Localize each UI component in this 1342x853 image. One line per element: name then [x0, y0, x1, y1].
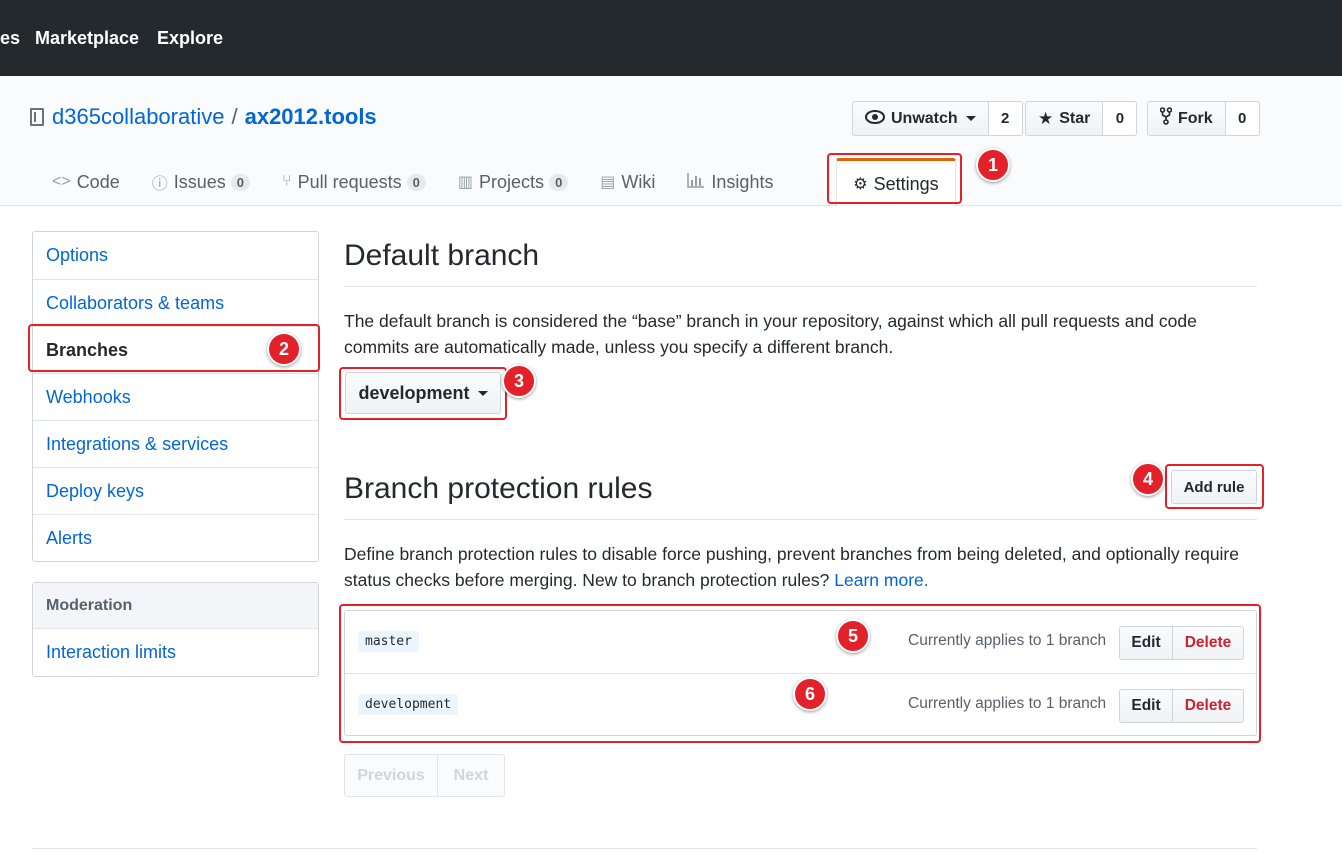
rule-actions: Edit Delete — [1119, 626, 1244, 660]
issue-icon: ⓘ — [151, 176, 168, 193]
eye-icon — [865, 109, 885, 129]
tab-settings-label: Settings — [873, 173, 939, 194]
global-header: es Marketplace Explore — [0, 0, 1342, 76]
delete-rule-button[interactable]: Delete — [1173, 626, 1244, 660]
footer-divider — [32, 848, 1257, 849]
moderation-menu: Moderation Interaction limits — [32, 582, 319, 677]
star-button[interactable]: ★ Star — [1025, 101, 1104, 136]
nav-item-truncated[interactable]: es — [0, 28, 20, 49]
watchers-count[interactable]: 2 — [988, 101, 1023, 136]
sidebar-item-options[interactable]: Options — [33, 232, 318, 279]
tab-projects-label: Projects — [479, 171, 545, 192]
tab-code[interactable]: <> Code — [36, 158, 136, 206]
rule-pattern: development — [358, 694, 459, 715]
tab-settings[interactable]: ⚙ Settings — [836, 158, 956, 207]
pull-request-icon: ⑂ — [282, 173, 292, 190]
tab-insights[interactable]: Insights — [671, 158, 789, 206]
nav-item-marketplace[interactable]: Marketplace — [35, 28, 139, 49]
tab-wiki[interactable]: ▤ Wiki — [584, 158, 671, 206]
moderation-heading: Moderation — [33, 583, 318, 629]
sidebar-item-webhooks[interactable]: Webhooks — [33, 373, 318, 420]
learn-more-link[interactable]: Learn more. — [834, 570, 928, 590]
watch-group: Unwatch 2 — [852, 101, 1023, 136]
branch-protection-text: Define branch protection rules to disabl… — [344, 544, 1239, 590]
gear-icon: ⚙ — [853, 176, 868, 193]
rule-pattern: master — [358, 631, 419, 652]
tab-insights-label: Insights — [711, 171, 774, 192]
default-branch-heading: Default branch — [344, 239, 540, 272]
fork-button[interactable]: Fork — [1147, 101, 1226, 136]
annotation-badge-6: 6 — [793, 677, 827, 711]
graph-icon — [687, 172, 705, 193]
add-rule-button[interactable]: Add rule — [1171, 470, 1257, 504]
book-icon: ▤ — [600, 174, 616, 191]
annotation-badge-4: 4 — [1131, 462, 1165, 496]
edit-rule-button[interactable]: Edit — [1119, 626, 1173, 660]
sidebar-item-integrations[interactable]: Integrations & services — [33, 420, 318, 467]
stars-count[interactable]: 0 — [1103, 101, 1138, 136]
pull-requests-counter: 0 — [406, 173, 426, 191]
tab-pull-requests-label: Pull requests — [297, 171, 402, 192]
sidebar-item-collaborators[interactable]: Collaborators & teams — [33, 279, 318, 326]
code-icon: <> — [52, 173, 71, 190]
rule-applies-text: Currently applies to 1 branch — [908, 695, 1107, 712]
branch-protection-description: Define branch protection rules to disabl… — [344, 541, 1244, 593]
divider — [344, 519, 1257, 520]
star-icon: ★ — [1038, 108, 1054, 128]
default-branch-select[interactable]: development — [345, 372, 501, 414]
tab-code-label: Code — [76, 171, 120, 192]
annotation-badge-5: 5 — [836, 619, 870, 653]
pagination: Previous Next — [344, 754, 505, 797]
sidebar-item-interaction-limits[interactable]: Interaction limits — [33, 629, 318, 676]
rule-applies-text: Currently applies to 1 branch — [908, 632, 1107, 649]
settings-menu: Options Collaborators & teams Branches W… — [32, 231, 319, 562]
nav-item-explore[interactable]: Explore — [157, 28, 223, 49]
protection-rules-list: master Currently applies to 1 branch Edi… — [344, 610, 1257, 736]
tab-pull-requests[interactable]: ⑂ Pull requests 0 — [266, 158, 442, 206]
previous-page-button[interactable]: Previous — [344, 754, 438, 797]
branch-protection-heading: Branch protection rules — [344, 472, 653, 505]
tab-projects[interactable]: ▥ Projects 0 — [442, 158, 584, 206]
annotation-badge-3: 3 — [502, 364, 536, 398]
divider — [344, 286, 1257, 287]
project-icon: ▥ — [457, 174, 474, 191]
fork-group: Fork 0 — [1147, 101, 1260, 136]
tab-issues-label: Issues — [173, 171, 226, 192]
repo-name-link[interactable]: ax2012.tools — [245, 104, 377, 130]
fork-label: Fork — [1178, 109, 1213, 127]
chevron-down-icon — [477, 390, 488, 396]
unwatch-label: Unwatch — [891, 109, 958, 127]
repo-icon — [30, 108, 44, 126]
next-page-button[interactable]: Next — [438, 754, 505, 797]
star-label: Star — [1059, 109, 1091, 127]
default-branch-description: The default branch is considered the “ba… — [344, 311, 1197, 357]
default-branch-value: development — [358, 382, 470, 403]
unwatch-button[interactable]: Unwatch — [852, 101, 989, 136]
projects-counter: 0 — [549, 173, 569, 191]
forks-count[interactable]: 0 — [1225, 101, 1260, 136]
issues-counter: 0 — [230, 173, 250, 191]
annotation-badge-2: 2 — [267, 332, 301, 366]
repo-title: d365collaborative / ax2012.tools — [30, 104, 377, 130]
annotation-badge-1: 1 — [976, 148, 1010, 182]
star-group: ★ Star 0 — [1025, 101, 1138, 136]
repo-tabs: <> Code ⓘ Issues 0 ⑂ Pull requests 0 ▥ P… — [36, 158, 956, 207]
list-item: master Currently applies to 1 branch Edi… — [345, 611, 1256, 673]
rule-actions: Edit Delete — [1119, 689, 1244, 723]
chevron-down-icon — [965, 116, 976, 121]
sidebar-item-alerts[interactable]: Alerts — [33, 514, 318, 561]
tab-wiki-label: Wiki — [621, 171, 656, 192]
delete-rule-button[interactable]: Delete — [1173, 689, 1244, 723]
sidebar-item-deploy-keys[interactable]: Deploy keys — [33, 467, 318, 514]
repo-path-separator: / — [231, 104, 238, 129]
repo-owner-link[interactable]: d365collaborative — [52, 104, 224, 130]
tab-issues[interactable]: ⓘ Issues 0 — [136, 158, 266, 206]
fork-icon — [1159, 107, 1173, 130]
edit-rule-button[interactable]: Edit — [1119, 689, 1173, 723]
